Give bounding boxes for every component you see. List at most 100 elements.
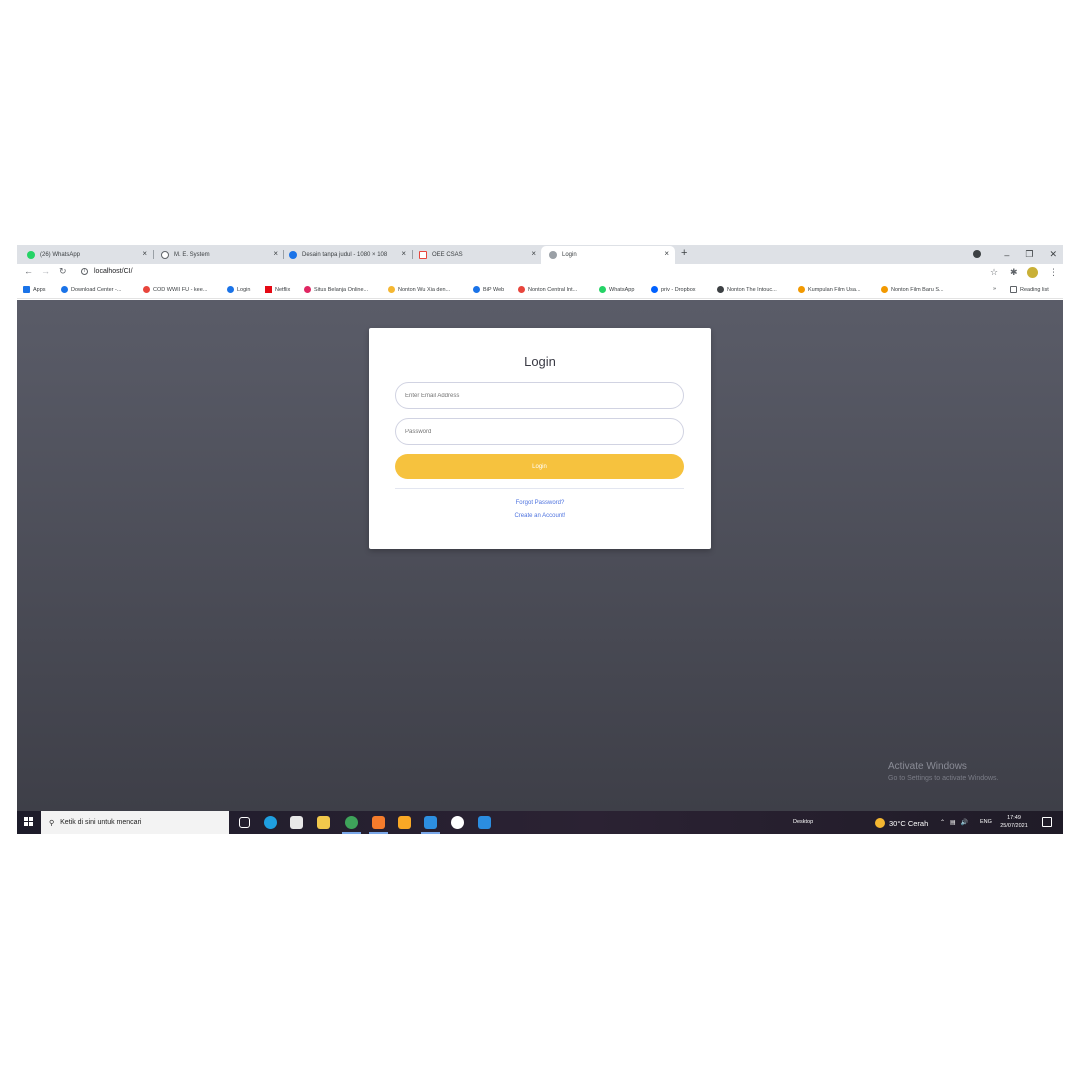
clock-date: 25/07/2021 <box>1000 823 1028 829</box>
star-icon[interactable]: ☆ <box>990 267 998 278</box>
windows-start-icon[interactable] <box>24 817 34 827</box>
bookmark-label: Kumpulan Film Usa... <box>808 286 861 293</box>
tab-title: (26) WhatsApp <box>40 252 81 258</box>
bookmark-label: Download Center -... <box>71 286 122 293</box>
login-title: Login <box>524 354 556 369</box>
bookmark-label: Nonton Central Int... <box>528 286 578 293</box>
bookmark-item[interactable]: Download Center -... <box>61 286 121 293</box>
bookmark-item[interactable]: Login <box>227 286 250 293</box>
whatsapp-icon <box>27 251 35 259</box>
bookmark-item[interactable]: BiP Web <box>473 286 504 293</box>
bookmark-favicon-icon <box>304 286 311 293</box>
edge-icon[interactable] <box>264 816 277 829</box>
bookmark-label: Nonton The Intouc... <box>727 286 777 293</box>
bookmark-label: Netflix <box>275 286 291 293</box>
app-icon[interactable] <box>451 816 464 829</box>
volume-icon[interactable]: 🔊 <box>961 819 968 826</box>
close-icon[interactable]: × <box>401 249 406 258</box>
vscode-icon[interactable] <box>421 816 440 834</box>
close-icon[interactable]: × <box>142 249 147 258</box>
bookmark-item[interactable]: Kumpulan Film Usa... <box>798 286 861 293</box>
reload-icon[interactable]: ↻ <box>59 266 67 277</box>
bookmark-favicon-icon <box>518 286 525 293</box>
bookmark-item[interactable]: Situs Belanja Online... <box>304 286 368 293</box>
xampp-icon[interactable] <box>369 816 388 834</box>
tab-login[interactable]: Login × <box>541 246 675 264</box>
chrome-icon[interactable] <box>342 816 361 834</box>
bookmarks-overflow-button[interactable]: » <box>993 286 996 292</box>
store-icon[interactable] <box>290 816 303 829</box>
email-field[interactable] <box>395 382 684 409</box>
canva-icon <box>289 251 297 259</box>
bookmark-item[interactable]: Nonton The Intouc... <box>717 286 777 293</box>
address-bar[interactable]: i localhost/CI/ <box>81 268 133 275</box>
refresh-icon <box>161 251 169 259</box>
bookmark-label: COD WWII FU - kee... <box>153 286 208 293</box>
screen: (26) WhatsApp × M. E. System × Desain ta… <box>17 245 1063 834</box>
reading-list-icon <box>1010 286 1017 293</box>
bookmark-label: Apps <box>33 286 46 293</box>
forward-icon[interactable]: → <box>41 266 50 276</box>
bookmark-favicon-icon <box>798 286 805 293</box>
bookmark-item[interactable]: Netflix <box>265 286 290 293</box>
forgot-password-link[interactable]: Forgot Password? <box>369 500 711 506</box>
tab-search-icon[interactable] <box>973 250 981 258</box>
divider <box>395 488 684 489</box>
close-icon[interactable]: × <box>664 249 669 258</box>
language-indicator[interactable]: ENG <box>980 819 992 825</box>
minimize-icon[interactable]: – <box>1004 250 1009 260</box>
tab-me-system[interactable]: M. E. System × <box>153 246 284 264</box>
desktop-toolbar-label[interactable]: Desktop <box>793 819 813 825</box>
create-account-link[interactable]: Create an Account! <box>369 513 711 519</box>
back-icon[interactable]: ← <box>24 266 33 276</box>
address-toolbar: ← → ↻ i localhost/CI/ ☆ ✱ ⋮ <box>17 264 1063 282</box>
bookmark-item[interactable]: WhatsApp <box>599 286 634 293</box>
chevron-double-right-icon: » <box>993 286 997 292</box>
close-icon[interactable]: × <box>273 249 278 258</box>
netflix-icon <box>265 286 272 293</box>
reading-list-button[interactable]: Reading list <box>1010 286 1049 293</box>
network-icon[interactable]: ▤ <box>950 819 956 826</box>
taskbar-search[interactable]: ⚲ Ketik di sini untuk mencari <box>41 811 229 834</box>
password-field[interactable] <box>395 418 684 445</box>
info-icon[interactable]: i <box>81 268 88 275</box>
bookmark-item[interactable]: COD WWII FU - kee... <box>143 286 207 293</box>
extensions-icon[interactable]: ✱ <box>1010 267 1018 278</box>
bookmark-item[interactable]: Nonton Film Baru S... <box>881 286 944 293</box>
bookmark-item[interactable]: Nonton Wu Xia den... <box>388 286 450 293</box>
weather-widget[interactable]: 30°C Cerah <box>875 818 928 828</box>
tab-oee-csas[interactable]: OEE CSAS × <box>411 246 542 264</box>
login-button[interactable]: Login <box>395 454 684 479</box>
bookmark-item[interactable]: Nonton Central Int... <box>518 286 577 293</box>
whatsapp-icon <box>599 286 606 293</box>
bookmark-favicon-icon <box>61 286 68 293</box>
page-content: Login Login Forgot Password? Create an A… <box>17 300 1063 811</box>
weather-icon <box>875 818 885 828</box>
restore-icon[interactable]: ❐ <box>1025 249 1033 260</box>
tab-canva[interactable]: Desain tanpa judul - 1080 × 108 × <box>281 246 412 264</box>
activate-windows-subtitle: Go to Settings to activate Windows. <box>888 775 999 782</box>
task-view-icon[interactable] <box>239 817 250 828</box>
url-text: localhost/CI/ <box>94 268 133 275</box>
bookmark-label: Situs Belanja Online... <box>314 286 369 293</box>
avatar[interactable] <box>1027 267 1038 278</box>
bookmarks-bar: Apps Download Center -... COD WWII FU - … <box>17 282 1063 299</box>
bookmark-label: Login <box>237 286 251 293</box>
close-window-icon[interactable]: ✕ <box>1049 249 1057 260</box>
login-card: Login Login Forgot Password? Create an A… <box>369 328 711 549</box>
menu-icon[interactable]: ⋮ <box>1049 267 1058 278</box>
new-tab-button[interactable]: + <box>681 247 687 259</box>
bookmark-apps[interactable]: Apps <box>23 286 46 293</box>
sublime-icon[interactable] <box>398 816 411 829</box>
bookmark-label: WhatsApp <box>609 286 635 293</box>
clock[interactable]: 17:49 25/07/2021 <box>996 814 1032 830</box>
mail-icon[interactable] <box>478 816 491 829</box>
chevron-up-icon[interactable]: ⌃ <box>940 819 945 826</box>
system-tray: ⌃ ▤ 🔊 <box>940 819 968 826</box>
close-icon[interactable]: × <box>531 249 536 258</box>
tab-title: Login <box>562 252 577 258</box>
notification-icon[interactable] <box>1042 817 1052 827</box>
bookmark-item[interactable]: priv - Dropbox <box>651 286 696 293</box>
tab-whatsapp[interactable]: (26) WhatsApp × <box>19 246 153 264</box>
file-explorer-icon[interactable] <box>317 816 330 829</box>
